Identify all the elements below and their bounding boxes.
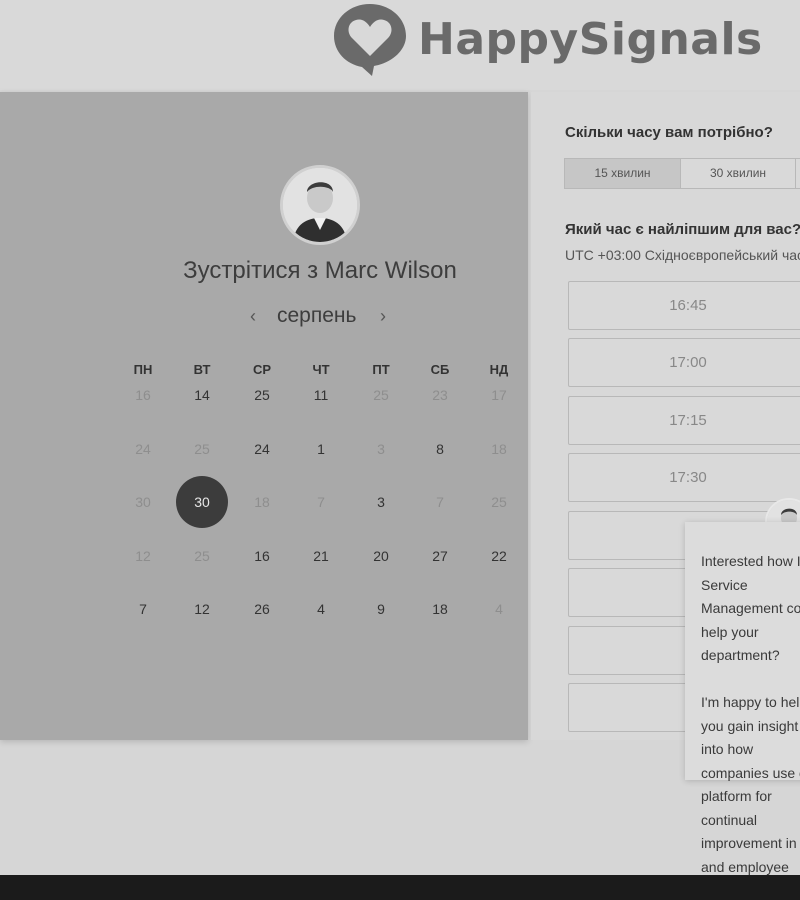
person-photo-icon: [283, 168, 357, 242]
time-slot-button[interactable]: 17:15: [568, 396, 800, 445]
calendar-day: 7: [436, 494, 444, 510]
calendar-day[interactable]: 7: [118, 599, 168, 619]
weekday-label: НД: [489, 362, 509, 377]
calendar-day: 25: [194, 548, 210, 564]
calendar-day-selected[interactable]: 30: [176, 476, 228, 528]
weekday-label: СБ: [430, 362, 450, 377]
weekday-label: ПН: [133, 362, 153, 377]
calendar-day: 25: [373, 387, 389, 403]
calendar-day[interactable]: 21: [296, 546, 346, 566]
calendar-day[interactable]: 22: [474, 546, 524, 566]
calendar-day: 7: [317, 494, 325, 510]
weekday-label: ЧТ: [312, 362, 330, 377]
calendar-day: 3: [377, 441, 385, 457]
time-slot-button[interactable]: 16:45: [568, 281, 800, 330]
time-slot-button[interactable]: 17:30: [568, 453, 800, 502]
calendar-day: 18: [254, 494, 270, 510]
calendar-day[interactable]: 11: [296, 385, 346, 405]
duration-option[interactable]: 15 хвилин: [565, 159, 681, 188]
time-question: Який час є найліпшим для вас?: [565, 221, 800, 238]
duration-option[interactable]: 30 хвилин: [681, 159, 796, 188]
calendar-day[interactable]: 8: [415, 439, 465, 459]
calendar-day: 30: [135, 494, 151, 510]
calendar-day[interactable]: 1: [296, 439, 346, 459]
calendar-day[interactable]: 20: [356, 546, 406, 566]
weekday-label: ПТ: [372, 362, 390, 377]
chevron-right-icon[interactable]: ›: [380, 306, 386, 327]
calendar-day[interactable]: 4: [296, 599, 346, 619]
calendar-day: 17: [491, 387, 507, 403]
duration-selector: 15 хвилин 30 хвилин: [564, 158, 800, 189]
calendar-day[interactable]: 9: [356, 599, 406, 619]
calendar-day[interactable]: 26: [237, 599, 287, 619]
chevron-left-icon[interactable]: ‹: [250, 306, 256, 327]
month-label: серпень: [277, 304, 357, 327]
calendar-day: 24: [135, 441, 151, 457]
calendar-panel: Зустрітися з Marc Wilson ‹ серпень › ПН В…: [0, 92, 528, 740]
calendar-day[interactable]: 12: [177, 599, 227, 619]
calendar-day[interactable]: 27: [415, 546, 465, 566]
calendar-day[interactable]: 14: [177, 385, 227, 405]
calendar-day: 18: [491, 441, 507, 457]
timezone-label[interactable]: UTC +03:00 Східноєвропейський час: [565, 247, 800, 263]
chat-message: Interested how IT Service Management cou…: [701, 553, 800, 898]
duration-question: Скільки часу вам потрібно?: [565, 124, 773, 141]
weekday-label: ВТ: [193, 362, 211, 377]
calendar-day: 23: [432, 387, 448, 403]
brand-name: HappySignals: [418, 14, 763, 65]
brand-logo[interactable]: HappySignals: [330, 0, 762, 80]
heart-speech-bubble-icon: [334, 4, 406, 76]
duration-option[interactable]: [796, 159, 800, 188]
calendar-day: 16: [135, 387, 151, 403]
host-avatar: [280, 165, 360, 245]
calendar-day: 4: [495, 601, 503, 617]
weekday-label: СР: [252, 362, 272, 377]
calendar-day: 25: [491, 494, 507, 510]
calendar-day[interactable]: 24: [237, 439, 287, 459]
footer-bar: [0, 875, 800, 900]
time-slot-button[interactable]: 17:00: [568, 338, 800, 387]
calendar-day[interactable]: 18: [415, 599, 465, 619]
calendar-day[interactable]: 25: [237, 385, 287, 405]
calendar-day[interactable]: 3: [356, 492, 406, 512]
month-navigation: ‹ серпень ›: [245, 304, 405, 334]
calendar-day: 12: [135, 548, 151, 564]
calendar-day: 25: [194, 441, 210, 457]
header: HappySignals: [0, 0, 800, 90]
chat-popup[interactable]: Interested how IT Service Management cou…: [685, 522, 800, 898]
calendar-day[interactable]: 16: [237, 546, 287, 566]
